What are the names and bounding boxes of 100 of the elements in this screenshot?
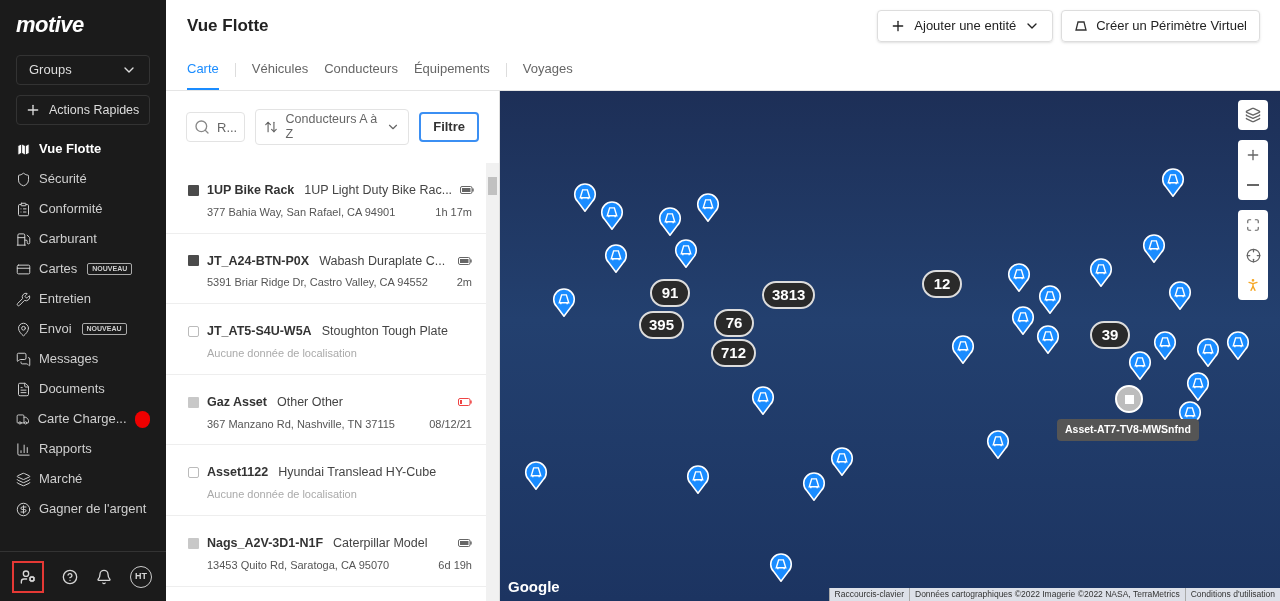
truck-icon bbox=[16, 411, 30, 427]
cluster-marker[interactable]: 91 bbox=[650, 279, 690, 307]
trailer-pin-icon[interactable] bbox=[1226, 330, 1250, 360]
user-settings-icon bbox=[20, 568, 36, 585]
trailer-pin-icon[interactable] bbox=[951, 334, 975, 364]
nav-item[interactable]: Carte Charge... bbox=[0, 404, 166, 434]
page-title: Vue Flotte bbox=[187, 15, 269, 38]
filter-button[interactable]: Filtre bbox=[419, 112, 479, 142]
nav-item[interactable]: Entretien bbox=[0, 284, 166, 314]
trailer-pin-icon[interactable] bbox=[1038, 284, 1062, 314]
asset-model: Wabash Duraplate C... bbox=[319, 252, 446, 270]
wrench-icon bbox=[16, 291, 31, 307]
trailer-pin-icon[interactable] bbox=[1161, 167, 1185, 197]
tab[interactable]: Véhicules bbox=[251, 50, 309, 90]
trailer-pin-icon[interactable] bbox=[1196, 337, 1220, 367]
asset-address: 367 Manzano Rd, Nashville, TN 37115 bbox=[207, 416, 395, 432]
search-icon bbox=[194, 119, 210, 135]
plus-icon bbox=[25, 102, 41, 118]
last-update-time: 1h 17m bbox=[435, 204, 472, 220]
search-field[interactable]: R... bbox=[186, 112, 245, 142]
pin-icon bbox=[16, 321, 31, 337]
shield-icon bbox=[16, 171, 31, 187]
asset-model: Other Other bbox=[277, 393, 343, 411]
brand-logo[interactable]: motive bbox=[0, 0, 166, 38]
nav-item[interactable]: Messages bbox=[0, 344, 166, 374]
satellite-map-placeholder[interactable]: 91 3813 12 395 76 712 39 Asset-AT7-TV8-MWSnfnd Google Raccourcis-clavier Données cartographiques ©2022 Imagerie ©2022 NASA, TerraMetrics Conditions d'utilisation bbox=[500, 91, 1280, 601]
asset-name: JT_AT5-S4U-W5A bbox=[207, 323, 312, 341]
cluster-marker[interactable]: 712 bbox=[711, 339, 757, 367]
attribution-link[interactable]: Données cartographiques ©2022 Imagerie ©2022 NASA, TerraMetrics bbox=[909, 588, 1185, 601]
crosshair-icon bbox=[1245, 247, 1261, 263]
trailer-pin-icon[interactable] bbox=[1036, 324, 1060, 354]
trailer-pin-icon[interactable] bbox=[674, 238, 698, 268]
trailer-pin-icon[interactable] bbox=[573, 182, 597, 212]
trailer-pin-icon[interactable] bbox=[604, 243, 628, 273]
trailer-pin-icon[interactable] bbox=[986, 429, 1010, 459]
trailer-pin-icon[interactable] bbox=[686, 464, 710, 494]
trailer-pin-icon[interactable] bbox=[524, 460, 548, 490]
groups-select[interactable]: Groups bbox=[16, 55, 150, 85]
trailer-pin-icon[interactable] bbox=[1007, 262, 1031, 292]
tab[interactable]: Conducteurs bbox=[324, 50, 398, 90]
trailer-pin-icon[interactable] bbox=[1186, 371, 1210, 401]
quick-actions-button[interactable]: Actions Rapides bbox=[16, 95, 150, 125]
no-location-note: Aucune donnée de localisation bbox=[207, 345, 357, 361]
cluster-marker[interactable]: 3813 bbox=[762, 281, 816, 309]
last-update-time: 2m bbox=[456, 275, 472, 291]
cluster-marker[interactable]: 12 bbox=[922, 270, 962, 298]
nav-item[interactable]: Gagner de l'argent bbox=[0, 494, 166, 524]
trailer-pin-icon[interactable] bbox=[802, 471, 826, 501]
selected-asset-marker[interactable] bbox=[1115, 385, 1143, 413]
last-update-time: 6d 19h bbox=[438, 557, 472, 573]
account-settings-button[interactable] bbox=[12, 560, 44, 593]
layers-button[interactable] bbox=[1238, 100, 1268, 130]
create-geofence-button[interactable]: Créer un Périmètre Virtuel bbox=[1061, 10, 1260, 42]
asset-name: Asset1122 bbox=[207, 464, 269, 482]
layers-icon bbox=[1245, 107, 1261, 123]
bell-icon[interactable] bbox=[96, 568, 112, 585]
asset-model: Stoughton Tough Plate bbox=[321, 323, 448, 341]
trailer-pin-icon[interactable] bbox=[751, 385, 775, 415]
trailer-pin-icon[interactable] bbox=[1153, 330, 1177, 360]
chart-icon bbox=[16, 441, 31, 457]
fullscreen-icon bbox=[1246, 218, 1260, 232]
cluster-marker[interactable]: 39 bbox=[1090, 321, 1130, 349]
trailer-pin-icon[interactable] bbox=[696, 192, 720, 222]
trailer-pin-icon[interactable] bbox=[1142, 233, 1166, 263]
trailer-pin-icon[interactable] bbox=[769, 552, 793, 582]
trailer-pin-icon[interactable] bbox=[658, 206, 682, 236]
cluster-marker[interactable]: 76 bbox=[714, 309, 754, 337]
sort-icon bbox=[263, 120, 278, 134]
trailer-pin-icon[interactable] bbox=[1011, 305, 1035, 335]
cluster-marker[interactable]: 395 bbox=[639, 311, 685, 339]
nav-item[interactable]: Conformité bbox=[0, 194, 166, 224]
fuel-pump-icon bbox=[16, 231, 31, 247]
nav-item[interactable]: Documents bbox=[0, 374, 166, 404]
trailer-pin-icon[interactable] bbox=[830, 446, 854, 476]
card-icon bbox=[16, 261, 31, 277]
trailer-pin-icon[interactable] bbox=[600, 200, 624, 230]
add-entity-button[interactable]: Ajouter une entité bbox=[877, 10, 1054, 42]
tab[interactable]: Équipements bbox=[413, 50, 490, 90]
trailer-pin-icon[interactable] bbox=[1128, 350, 1152, 380]
asset-address: 377 Bahia Way, San Rafael, CA 94901 bbox=[207, 204, 396, 220]
asset-address: 5391 Briar Ridge Dr, Castro Valley, CA 94552 bbox=[207, 275, 428, 291]
nav-item[interactable]: Marché bbox=[0, 464, 166, 494]
nav-item[interactable]: Sécurité bbox=[0, 164, 166, 194]
asset-name: Gaz Asset bbox=[207, 393, 267, 411]
asset-address: 13453 Quito Rd, Saratoga, CA 95070 bbox=[207, 557, 390, 573]
nav-item[interactable]: Carburant bbox=[0, 224, 166, 254]
trailer-pin-icon[interactable] bbox=[552, 287, 576, 317]
sort-select[interactable]: Conducteurs A à Z bbox=[254, 109, 410, 145]
attribution-link[interactable]: Raccourcis-clavier bbox=[828, 588, 909, 601]
map-icon bbox=[16, 141, 31, 157]
trailer-pin-icon[interactable] bbox=[1168, 280, 1192, 310]
last-update-time: 08/12/21 bbox=[429, 416, 472, 432]
attribution-link[interactable]: Conditions d'utilisation bbox=[1184, 588, 1280, 601]
help-icon[interactable] bbox=[62, 568, 78, 585]
tab[interactable]: Voyages bbox=[522, 50, 573, 90]
layers-icon bbox=[16, 471, 31, 487]
nav-item[interactable]: Vue Flotte bbox=[0, 134, 166, 164]
nav-item[interactable]: Rapports bbox=[0, 434, 166, 464]
person-icon bbox=[1245, 277, 1261, 293]
trailer-pin-icon[interactable] bbox=[1089, 257, 1113, 287]
